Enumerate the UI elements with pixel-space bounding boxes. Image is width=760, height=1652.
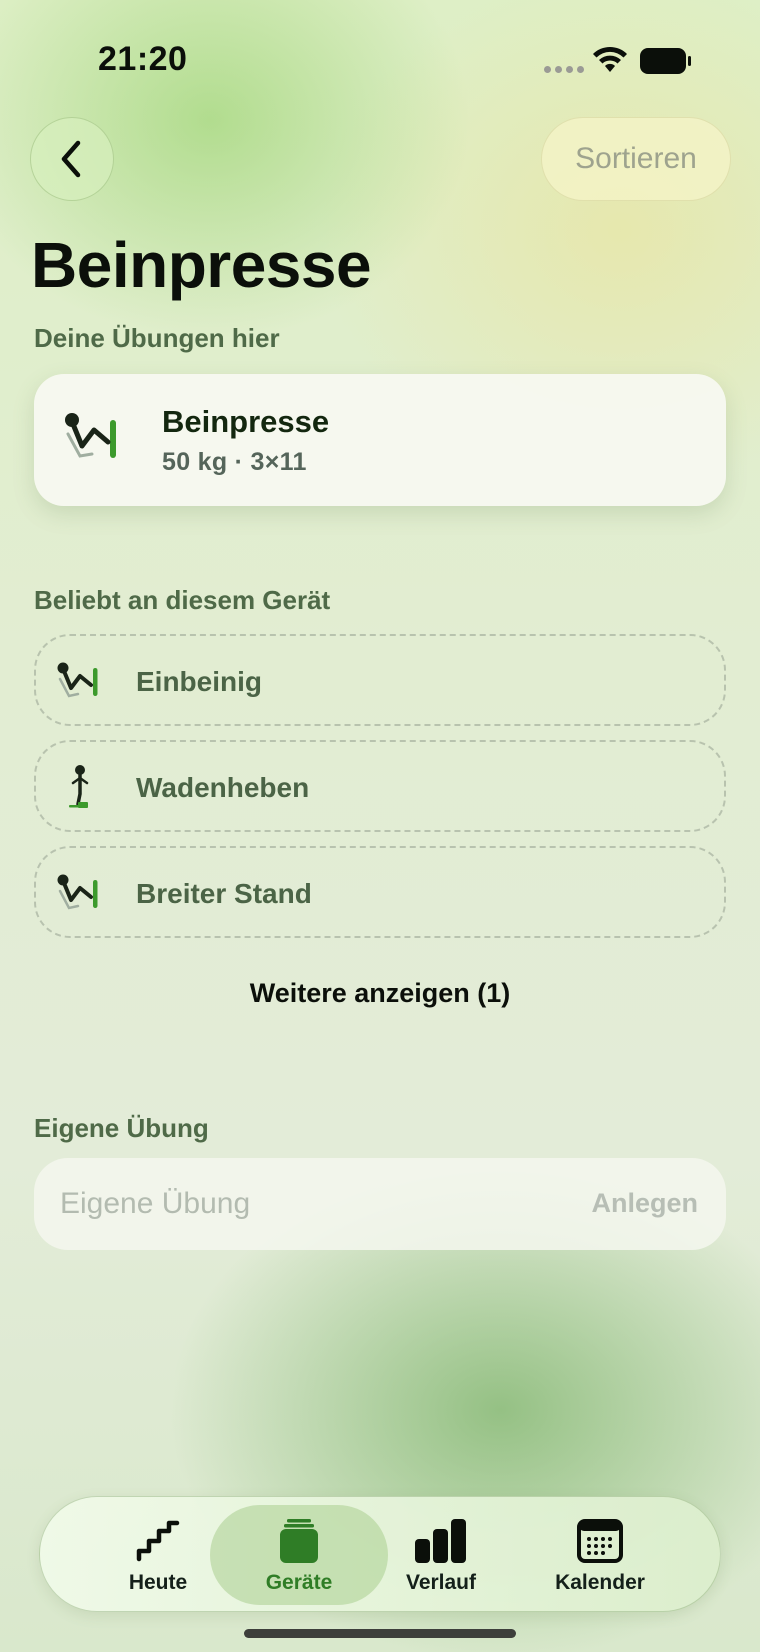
tab-kalender[interactable]: Kalender — [530, 1497, 670, 1613]
stairs-icon — [136, 1520, 180, 1562]
calf-raise-icon — [69, 765, 89, 808]
popular-item-label: Wadenheben — [136, 772, 310, 803]
create-button[interactable]: Anlegen — [591, 1188, 698, 1219]
exercise-card[interactable]: Beinpresse 50 kg · 3×11 — [34, 374, 726, 506]
status-time: 21:20 — [98, 40, 188, 78]
battery-icon — [640, 48, 691, 74]
leg-press-icon — [65, 413, 116, 458]
tab-verlauf[interactable]: Verlauf — [381, 1497, 501, 1613]
tab-label: Kalender — [555, 1571, 645, 1594]
tab-geraete[interactable]: Geräte — [239, 1497, 359, 1613]
exercise-title: Beinpresse — [162, 404, 330, 439]
my-exercises-label: Deine Übungen hier — [34, 323, 280, 353]
leg-press-icon — [57, 662, 98, 698]
sort-button[interactable]: Sortieren — [541, 117, 731, 201]
custom-exercise-field: Anlegen — [34, 1158, 726, 1250]
popular-item-wadenheben[interactable]: Wadenheben — [34, 740, 726, 832]
equipment-icon — [280, 1519, 318, 1563]
tab-heute[interactable]: Heute — [98, 1497, 218, 1613]
popular-section-label: Beliebt an diesem Gerät — [34, 585, 331, 615]
calendar-icon — [577, 1519, 623, 1563]
page-title: Beinpresse — [31, 229, 372, 301]
tab-label: Geräte — [265, 1571, 333, 1594]
popular-item-label: Breiter Stand — [136, 878, 312, 909]
tab-label: Verlauf — [405, 1571, 477, 1594]
popular-item-breiter-stand[interactable]: Breiter Stand — [34, 846, 726, 938]
show-more-link[interactable]: Weitere anzeigen (1) — [0, 978, 760, 1009]
tab-label: Heute — [128, 1571, 188, 1594]
chevron-left-icon — [61, 140, 81, 178]
exercise-details: 50 kg · 3×11 — [162, 448, 307, 476]
custom-exercise-input[interactable] — [60, 1158, 540, 1250]
home-indicator — [244, 1629, 516, 1638]
popular-item-einbeinig[interactable]: Einbeinig — [34, 634, 726, 726]
back-button[interactable] — [30, 117, 114, 201]
custom-exercise-label: Eigene Übung — [34, 1113, 209, 1143]
cellular-signal-icon — [544, 66, 584, 73]
leg-press-icon — [57, 874, 98, 910]
wifi-icon — [593, 46, 627, 72]
bar-chart-icon — [415, 1519, 466, 1563]
tab-bar: Heute Geräte Verlauf Kalender — [39, 1496, 721, 1612]
popular-item-label: Einbeinig — [136, 666, 262, 697]
